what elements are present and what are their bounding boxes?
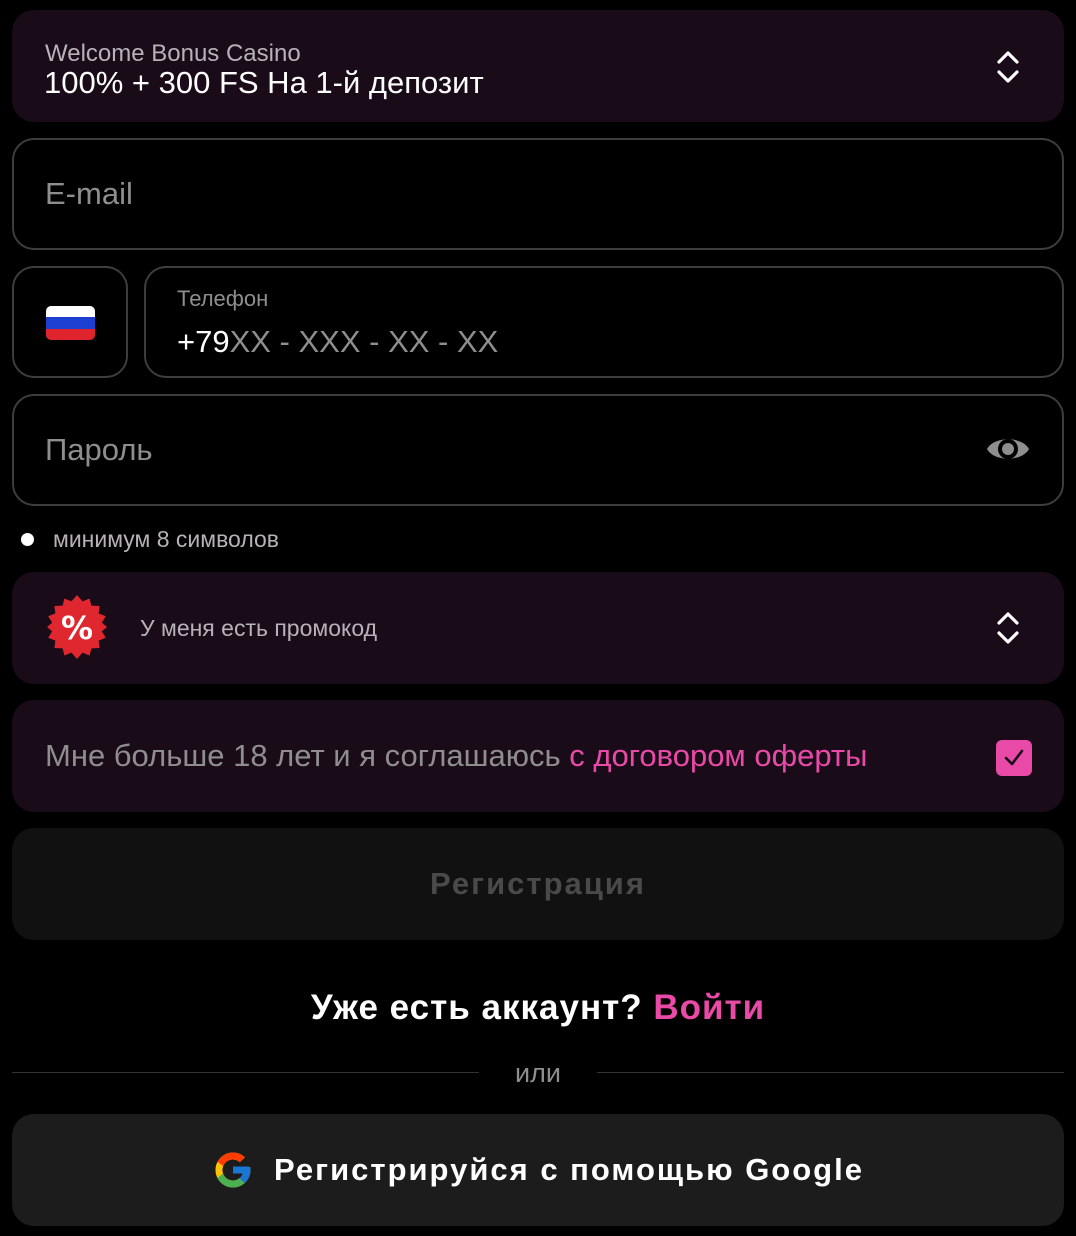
checkmark-icon (1004, 749, 1024, 766)
password-input[interactable] (45, 396, 936, 504)
bonus-select[interactable]: Welcome Bonus Casino 100% + 300 FS На 1-… (12, 10, 1064, 122)
phone-input[interactable]: +79XX - XXX - XX - XX (177, 324, 498, 360)
chevron-up-down-icon (997, 51, 1019, 83)
percent-badge-icon: % (47, 595, 107, 659)
registration-form: Welcome Bonus Casino 100% + 300 FS На 1-… (0, 0, 1076, 1236)
bonus-select-value: 100% + 300 FS На 1-й депозит (44, 65, 484, 100)
phone-field[interactable]: Телефон +79XX - XXX - XX - XX (144, 266, 1064, 378)
password-hint-text: минимум 8 символов (53, 526, 280, 552)
bullet-dot (21, 533, 34, 546)
password-hint: минимум 8 символов (21, 526, 279, 553)
register-button[interactable]: Регистрация (12, 828, 1064, 940)
google-register-label: Регистрируйся с помощью Google (274, 1152, 864, 1187)
eye-icon[interactable] (985, 431, 1031, 467)
email-field-wrapper (12, 138, 1064, 250)
bonus-select-label: Welcome Bonus Casino (45, 40, 301, 67)
country-code-select[interactable] (12, 266, 128, 378)
chevron-up-down-icon (997, 612, 1019, 644)
login-prompt-text: Уже есть аккаунт? (310, 988, 654, 1027)
phone-prefix: +79 (177, 324, 230, 359)
russia-flag-icon (46, 306, 95, 340)
phone-mask: XX - XXX - XX - XX (229, 324, 499, 359)
email-input[interactable] (45, 140, 936, 248)
password-field-wrapper (12, 394, 1064, 506)
login-link[interactable]: Войти (653, 988, 765, 1027)
agreement-text: Мне больше 18 лет и я соглашаюсь с догов… (45, 738, 867, 774)
divider-or: или (515, 1058, 561, 1088)
google-icon (215, 1152, 251, 1188)
offer-agreement-link[interactable]: с договором оферты (569, 738, 867, 773)
promo-code-toggle[interactable]: % У меня есть промокод (12, 572, 1064, 684)
svg-text:%: % (61, 609, 93, 647)
phone-label: Телефон (177, 286, 269, 311)
age-agreement: Мне больше 18 лет и я соглашаюсь с догов… (12, 700, 1064, 812)
login-prompt: Уже есть аккаунт? Войти (0, 988, 1076, 1028)
agreement-checkbox[interactable] (996, 740, 1032, 776)
agreement-text-main: Мне больше 18 лет и я соглашаюсь (45, 738, 570, 773)
google-register-button[interactable]: Регистрируйся с помощью Google (12, 1114, 1064, 1226)
promo-code-label: У меня есть промокод (140, 615, 378, 641)
